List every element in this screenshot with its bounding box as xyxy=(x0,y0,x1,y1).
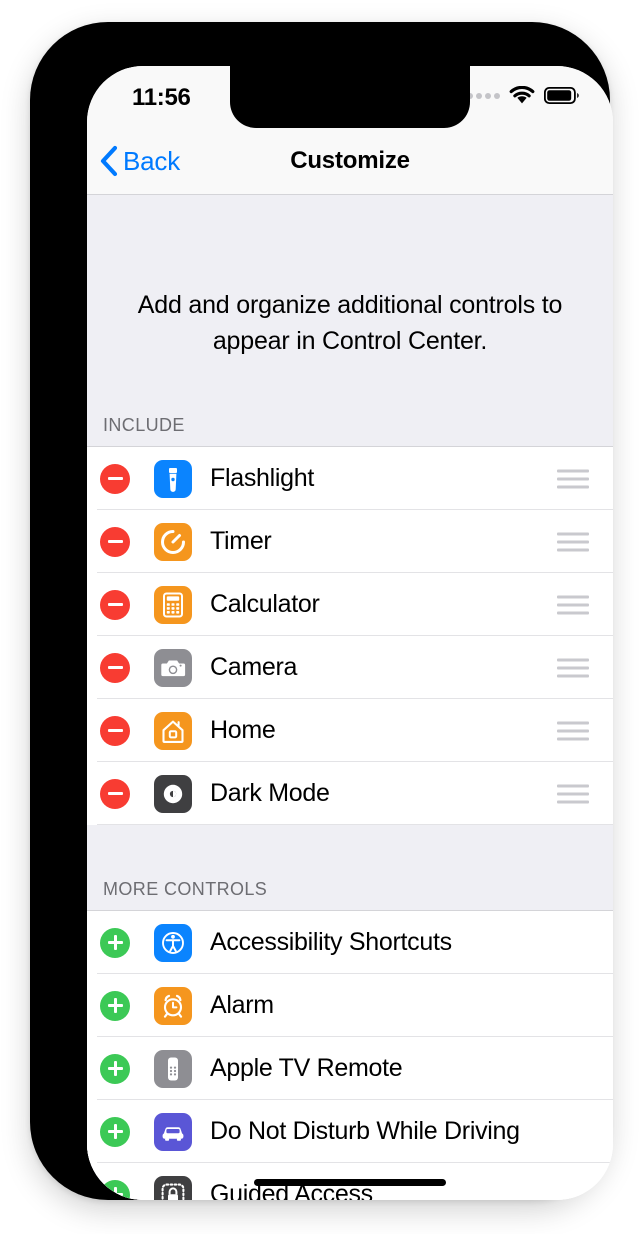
navigation-bar: Back Customize xyxy=(87,128,613,195)
reorder-handle-icon[interactable] xyxy=(557,721,589,740)
row-label: Flashlight xyxy=(210,464,314,493)
flashlight-icon xyxy=(154,460,192,498)
reorder-handle-icon[interactable] xyxy=(557,469,589,488)
settings-content[interactable]: Add and organize additional controls to … xyxy=(87,195,613,1200)
home-icon xyxy=(154,712,192,750)
guided-access-icon xyxy=(154,1176,192,1201)
phone-screen: 11:56 xyxy=(87,66,613,1200)
minus-circle-icon[interactable] xyxy=(100,464,130,494)
section-header-include: INCLUDE xyxy=(87,359,613,446)
plus-circle-icon[interactable] xyxy=(100,991,130,1021)
signal-dots-icon xyxy=(467,93,500,99)
row-label: Calculator xyxy=(210,590,320,619)
table-row[interactable]: Timer xyxy=(87,510,613,573)
battery-icon xyxy=(544,87,580,104)
home-indicator[interactable] xyxy=(254,1179,446,1186)
row-label: Home xyxy=(210,716,276,745)
dark-mode-icon xyxy=(154,775,192,813)
table-row[interactable]: Dark Mode xyxy=(87,762,613,825)
row-label: Dark Mode xyxy=(210,779,330,808)
car-icon xyxy=(154,1113,192,1151)
reorder-handle-icon[interactable] xyxy=(557,595,589,614)
plus-circle-icon[interactable] xyxy=(100,1054,130,1084)
notch xyxy=(230,66,470,128)
minus-circle-icon[interactable] xyxy=(100,527,130,557)
page-title: Customize xyxy=(87,128,613,194)
table-row[interactable]: Do Not Disturb While Driving xyxy=(87,1100,613,1163)
minus-circle-icon[interactable] xyxy=(100,653,130,683)
row-label: Accessibility Shortcuts xyxy=(210,928,452,957)
include-list: Flashlight Timer Calculator xyxy=(87,446,613,825)
reorder-handle-icon[interactable] xyxy=(557,658,589,677)
table-row[interactable]: Apple TV Remote xyxy=(87,1037,613,1100)
camera-icon xyxy=(154,649,192,687)
intro-block: Add and organize additional controls to … xyxy=(87,195,613,359)
plus-circle-icon[interactable] xyxy=(100,1180,130,1201)
row-label: Do Not Disturb While Driving xyxy=(210,1117,520,1146)
table-row[interactable]: Camera xyxy=(87,636,613,699)
table-row[interactable]: Flashlight xyxy=(87,447,613,510)
table-row[interactable]: Home xyxy=(87,699,613,762)
alarm-clock-icon xyxy=(154,987,192,1025)
reorder-handle-icon[interactable] xyxy=(557,532,589,551)
minus-circle-icon[interactable] xyxy=(100,590,130,620)
table-row[interactable]: Alarm xyxy=(87,974,613,1037)
row-label: Apple TV Remote xyxy=(210,1054,402,1083)
reorder-handle-icon[interactable] xyxy=(557,784,589,803)
status-bar-time: 11:56 xyxy=(132,84,191,112)
table-row[interactable]: Calculator xyxy=(87,573,613,636)
status-bar-indicators xyxy=(467,86,580,105)
plus-circle-icon[interactable] xyxy=(100,1117,130,1147)
table-row[interactable]: Accessibility Shortcuts xyxy=(87,911,613,974)
intro-description: Add and organize additional controls to … xyxy=(117,287,583,359)
row-label: Camera xyxy=(210,653,297,682)
timer-icon xyxy=(154,523,192,561)
calculator-icon xyxy=(154,586,192,624)
minus-circle-icon[interactable] xyxy=(100,716,130,746)
section-header-more-controls: MORE CONTROLS xyxy=(87,825,613,910)
plus-circle-icon[interactable] xyxy=(100,928,130,958)
wifi-icon xyxy=(509,86,535,105)
minus-circle-icon[interactable] xyxy=(100,779,130,809)
phone-frame: 11:56 xyxy=(30,22,610,1200)
row-label: Alarm xyxy=(210,991,274,1020)
row-label: Timer xyxy=(210,527,271,556)
tv-remote-icon xyxy=(154,1050,192,1088)
more-controls-list: Accessibility Shortcuts Alarm Apple TV R… xyxy=(87,910,613,1200)
accessibility-icon xyxy=(154,924,192,962)
